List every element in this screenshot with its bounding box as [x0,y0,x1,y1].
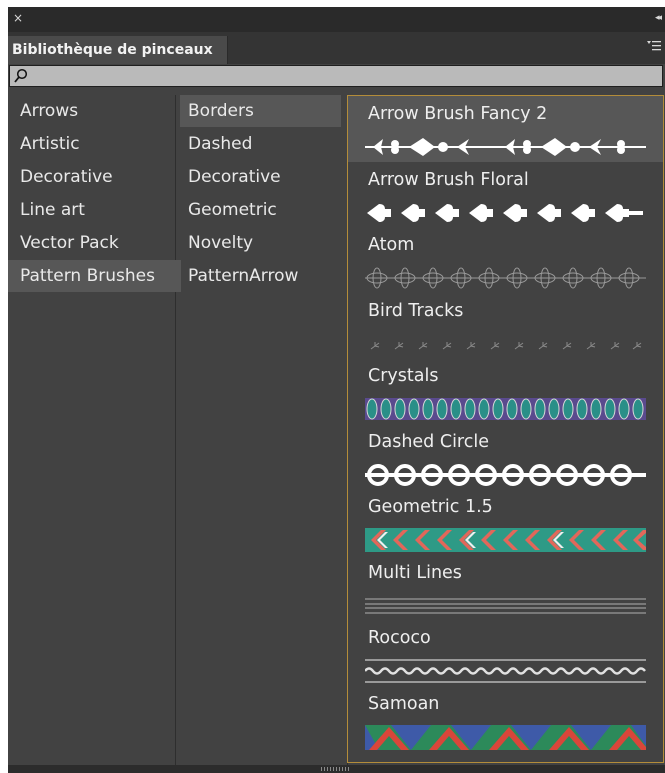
brush-item-bird-tracks[interactable]: Bird Tracks [348,293,663,359]
subcategory-item-geometric[interactable]: Geometric [180,194,341,226]
bird-tracks-preview [370,341,642,349]
brush-name: Multi Lines [368,562,462,583]
panel-menu-icon[interactable] [647,40,661,52]
tab-strip: Bibliothèque de pinceaux [8,32,665,64]
category-item-line-art[interactable]: Line art [8,194,181,226]
search-input[interactable] [32,67,656,87]
grip-icon [321,767,351,771]
brush-name: Crystals [368,366,439,386]
brush-name: Geometric 1.5 [368,497,493,517]
brush-item-arrow-floral[interactable]: Arrow Brush Floral [348,162,663,228]
multi-lines-preview [365,597,646,614]
brush-library-panel: × ◂◂ Bibliothèque de pinceaux Arrows Art… [8,7,665,773]
brush-item-multi-lines[interactable]: Multi Lines [348,555,663,621]
brush-list: Arrow Brush Fancy 2 Arrow Brush Floral A… [347,95,664,763]
arrow-floral-preview [367,203,643,222]
brush-item-atom[interactable]: Atom [348,227,663,293]
brush-name: Dashed Circle [368,431,489,452]
subcategory-item-novelty[interactable]: Novelty [180,227,341,259]
atom-preview [365,267,646,289]
category-item-pattern-brushes[interactable]: Pattern Brushes [8,260,181,292]
category-item-vector-pack[interactable]: Vector Pack [8,227,181,259]
rococo-preview [365,659,646,683]
crystals-preview [365,398,646,420]
geometric-preview [365,528,646,552]
close-icon[interactable]: × [13,11,23,25]
samoan-preview [365,724,646,750]
brush-item-samoan[interactable]: Samoan [348,686,663,752]
panel-titlebar[interactable]: × ◂◂ [8,7,665,32]
dashed-circle-preview [365,463,646,486]
collapse-icon[interactable]: ◂◂ [655,11,662,25]
brush-name: Arrow Brush Floral [368,169,529,190]
subcategory-column: Borders Dashed Decorative Geometric Nove… [176,95,348,765]
subcategory-item-patternarrow[interactable]: PatternArrow [180,260,341,292]
brush-name: Rococo [368,628,431,648]
resize-handle[interactable] [8,765,665,773]
subcategory-item-dashed[interactable]: Dashed [180,128,341,160]
brush-item-geometric-1-5[interactable]: Geometric 1.5 [348,489,663,555]
subcategory-item-borders[interactable]: Borders [180,95,341,127]
search-field[interactable] [9,65,663,87]
arrow-fancy-preview [365,138,646,156]
category-column: Arrows Artistic Decorative Line art Vect… [8,95,181,765]
category-item-artistic[interactable]: Artistic [8,128,181,160]
tab-brush-library[interactable]: Bibliothèque de pinceaux [8,36,228,64]
subcategory-item-decorative[interactable]: Decorative [180,161,341,193]
category-item-decorative[interactable]: Decorative [8,161,181,193]
brush-item-rococo[interactable]: Rococo [348,620,663,686]
category-item-arrows[interactable]: Arrows [8,95,181,127]
brush-name: Bird Tracks [368,300,464,321]
brush-name: Atom [368,235,415,255]
search-icon [14,68,28,83]
brush-item-crystals[interactable]: Crystals [348,358,663,424]
brush-item-dashed-circle[interactable]: Dashed Circle [348,424,663,490]
brush-item-arrow-fancy-2[interactable]: Arrow Brush Fancy 2 [348,96,663,162]
brush-name: Arrow Brush Fancy 2 [368,104,548,124]
brush-name: Samoan [368,693,440,714]
